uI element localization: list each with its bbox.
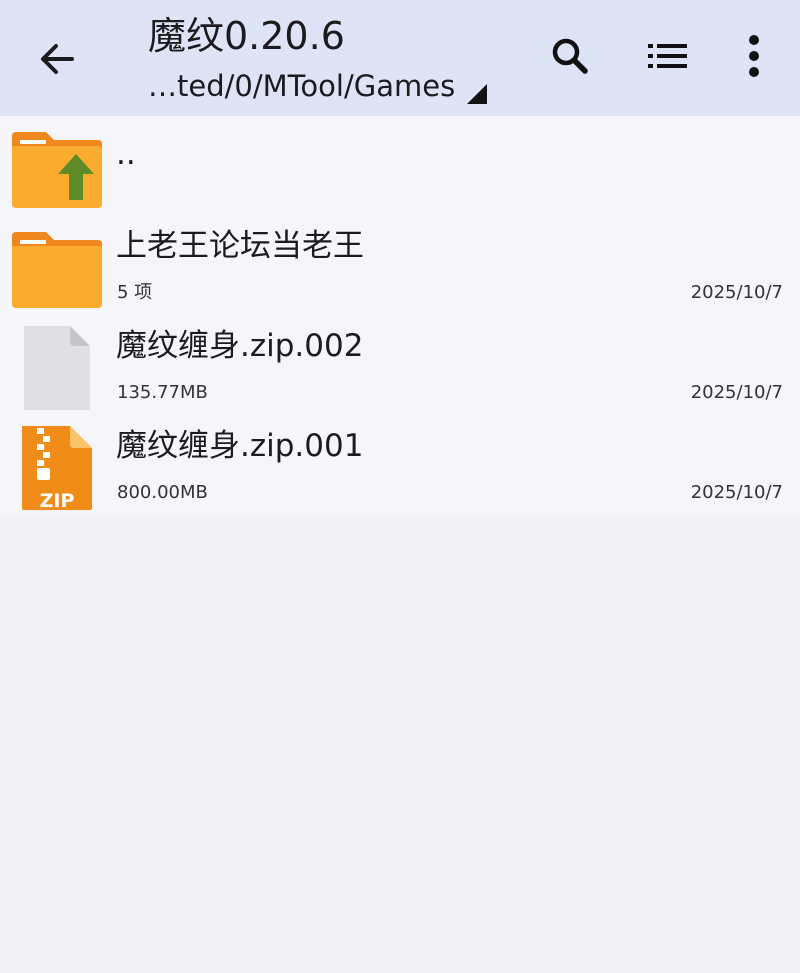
- file-list: .. 上老王论坛当老王 5 项 2025/10/7 魔纹缠身.zip.002 1…: [0, 116, 800, 516]
- file-name: 魔纹缠身.zip.002: [116, 328, 364, 364]
- more-options-button[interactable]: [722, 24, 786, 88]
- file-meta: 5 项: [117, 282, 153, 303]
- search-icon: [552, 38, 588, 74]
- toolbar: 魔纹0.20.6 …ted/0/MTool/Games: [0, 0, 800, 116]
- current-path: …ted/0/MTool/Games: [148, 69, 456, 103]
- folder-title: 魔纹0.20.6: [148, 14, 345, 58]
- zip-file-icon: ZIP: [22, 426, 92, 510]
- path-dropdown[interactable]: …ted/0/MTool/Games: [148, 66, 488, 108]
- dropdown-triangle-icon: [467, 84, 488, 104]
- file-name: ..: [116, 136, 136, 172]
- file-name: 上老王论坛当老王: [116, 228, 364, 264]
- file-size: 135.77MB: [117, 382, 208, 403]
- list-view-button[interactable]: [636, 24, 700, 88]
- list-view-icon: [648, 44, 687, 68]
- file-size: 800.00MB: [117, 482, 208, 503]
- parent-folder-icon: [12, 132, 102, 208]
- file-date: 2025/10/7: [690, 482, 783, 503]
- list-item-file[interactable]: 魔纹缠身.zip.002 135.77MB 2025/10/7: [0, 316, 800, 416]
- list-item-folder[interactable]: 上老王论坛当老王 5 项 2025/10/7: [0, 216, 800, 316]
- list-item-parent[interactable]: ..: [0, 116, 800, 216]
- zip-label: ZIP: [40, 490, 75, 510]
- more-vert-icon: [749, 35, 759, 77]
- arrow-left-icon: [41, 44, 74, 74]
- list-item-zip[interactable]: ZIP 魔纹缠身.zip.001 800.00MB 2025/10/7: [0, 416, 800, 516]
- back-button[interactable]: [22, 24, 92, 94]
- file-icon: [24, 326, 90, 410]
- search-button[interactable]: [538, 24, 602, 88]
- file-name: 魔纹缠身.zip.001: [116, 428, 364, 464]
- file-date: 2025/10/7: [690, 282, 783, 303]
- file-date: 2025/10/7: [690, 382, 783, 403]
- folder-icon: [12, 232, 102, 308]
